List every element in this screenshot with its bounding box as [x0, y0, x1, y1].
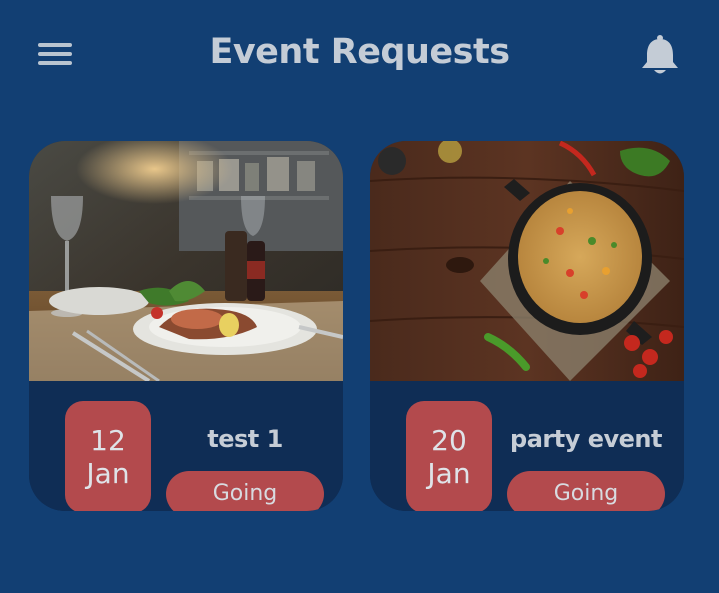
event-image-restaurant: [29, 141, 343, 383]
date-badge: 12 Jan: [65, 401, 151, 511]
event-name: party event: [510, 425, 662, 453]
event-details: 20 Jan party event Going: [370, 381, 684, 511]
date-day: 12: [90, 424, 126, 457]
date-badge: 20 Jan: [406, 401, 492, 511]
date-month: Jan: [427, 457, 471, 490]
event-name: test 1: [207, 425, 283, 453]
going-button[interactable]: Going: [507, 471, 665, 511]
event-card[interactable]: 20 Jan party event Going: [370, 141, 684, 511]
bell-icon[interactable]: [640, 34, 680, 76]
event-requests-screen: Event Requests 12 Jan test 1 Going 20 Ja…: [0, 0, 719, 593]
event-image-paella: [370, 141, 684, 381]
app-header: Event Requests: [0, 0, 719, 110]
date-month: Jan: [86, 457, 130, 490]
date-day: 20: [431, 424, 467, 457]
page-title: Event Requests: [209, 32, 510, 72]
event-card[interactable]: 12 Jan test 1 Going: [29, 141, 343, 511]
going-button[interactable]: Going: [166, 471, 324, 511]
event-details: 12 Jan test 1 Going: [29, 381, 343, 511]
